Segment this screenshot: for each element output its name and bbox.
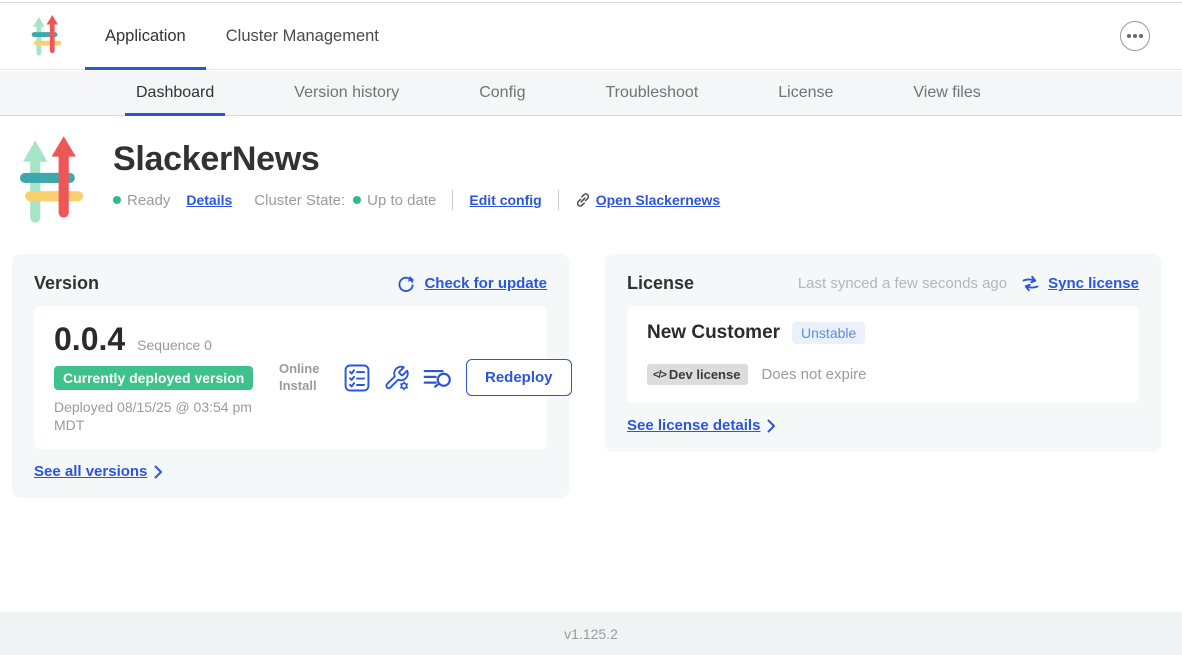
console-footer: v1.125.2 [0,612,1182,655]
tab-cluster-management[interactable]: Cluster Management [206,3,399,69]
sync-license-link[interactable]: Sync license [1048,275,1139,292]
last-synced-label: Last synced a few seconds ago [798,275,1007,292]
redeploy-button[interactable]: Redeploy [466,359,572,396]
primary-header: Application Cluster Management [0,3,1182,70]
view-files-diff-icon[interactable] [423,365,453,391]
license-expiry: Does not expire [761,366,866,383]
status-details-link[interactable]: Details [186,192,232,208]
code-icon: </> [653,369,666,381]
version-card-title: Version [34,273,99,294]
page-title: SlackerNews [113,140,720,179]
install-type-label: Online Install [279,361,331,394]
open-app-link[interactable]: Open Slackernews [575,192,721,208]
console-version: v1.125.2 [564,626,618,642]
overflow-menu-button[interactable] [1120,21,1150,51]
chevron-right-icon [154,465,163,479]
configure-icon[interactable] [383,364,410,392]
dashboard-content: SlackerNews Ready Details Cluster State:… [0,117,1182,612]
preflight-checks-icon[interactable] [344,364,370,392]
brand-logo [28,3,65,69]
tab-version-history[interactable]: Version history [283,71,410,115]
tab-license[interactable]: License [767,71,844,115]
slackernews-app-icon [20,136,83,226]
link-chain-icon [575,192,591,208]
cluster-state-dot [353,196,361,204]
deployed-status-badge: Currently deployed version [54,366,253,390]
customer-name: New Customer [647,322,780,344]
see-all-versions-link[interactable]: See all versions [34,463,147,480]
cluster-state-label: Cluster State: [254,192,345,209]
app-logo [20,136,83,226]
tab-view-files[interactable]: View files [902,71,991,115]
app-subnav: Dashboard Version history Config Trouble… [0,71,1182,116]
edit-config-link[interactable]: Edit config [469,192,541,208]
license-panel: New Customer Unstable </> Dev license Do… [627,306,1139,403]
tab-application[interactable]: Application [85,3,206,69]
sync-icon [1021,275,1040,292]
app-status-label: Ready [127,192,170,209]
deployed-timestamp: Deployed 08/15/25 @ 03:54 pm MDT [54,398,279,434]
see-license-details-link[interactable]: See license details [627,417,760,434]
divider [558,190,559,210]
license-card: License Last synced a few seconds ago Sy… [605,254,1161,452]
current-version-panel: 0.0.4 Sequence 0 Currently deployed vers… [34,306,547,449]
app-status-row: Ready Details Cluster State: Up to date … [113,190,720,210]
tab-dashboard[interactable]: Dashboard [125,71,225,115]
chevron-right-icon [767,419,776,433]
refresh-icon [396,274,416,294]
app-status-dot [113,196,121,204]
channel-badge: Unstable [792,322,865,344]
license-card-title: License [627,273,694,294]
slackernews-logo-icon [28,15,65,57]
version-number: 0.0.4 [54,321,125,358]
check-for-update-link[interactable]: Check for update [424,275,547,292]
app-header: SlackerNews Ready Details Cluster State:… [20,136,1182,226]
version-card: Version Check for update 0.0.4 Sequence [12,254,569,498]
license-type-badge: </> Dev license [647,364,748,385]
divider [452,190,453,210]
tab-troubleshoot[interactable]: Troubleshoot [594,71,709,115]
tab-config[interactable]: Config [468,71,536,115]
sequence-label: Sequence 0 [137,337,212,353]
admin-console: Application Cluster Management Dashboard… [0,0,1182,655]
cluster-state-value: Up to date [367,192,436,209]
ellipsis-icon [1127,34,1131,38]
primary-tabs: Application Cluster Management [85,3,399,69]
